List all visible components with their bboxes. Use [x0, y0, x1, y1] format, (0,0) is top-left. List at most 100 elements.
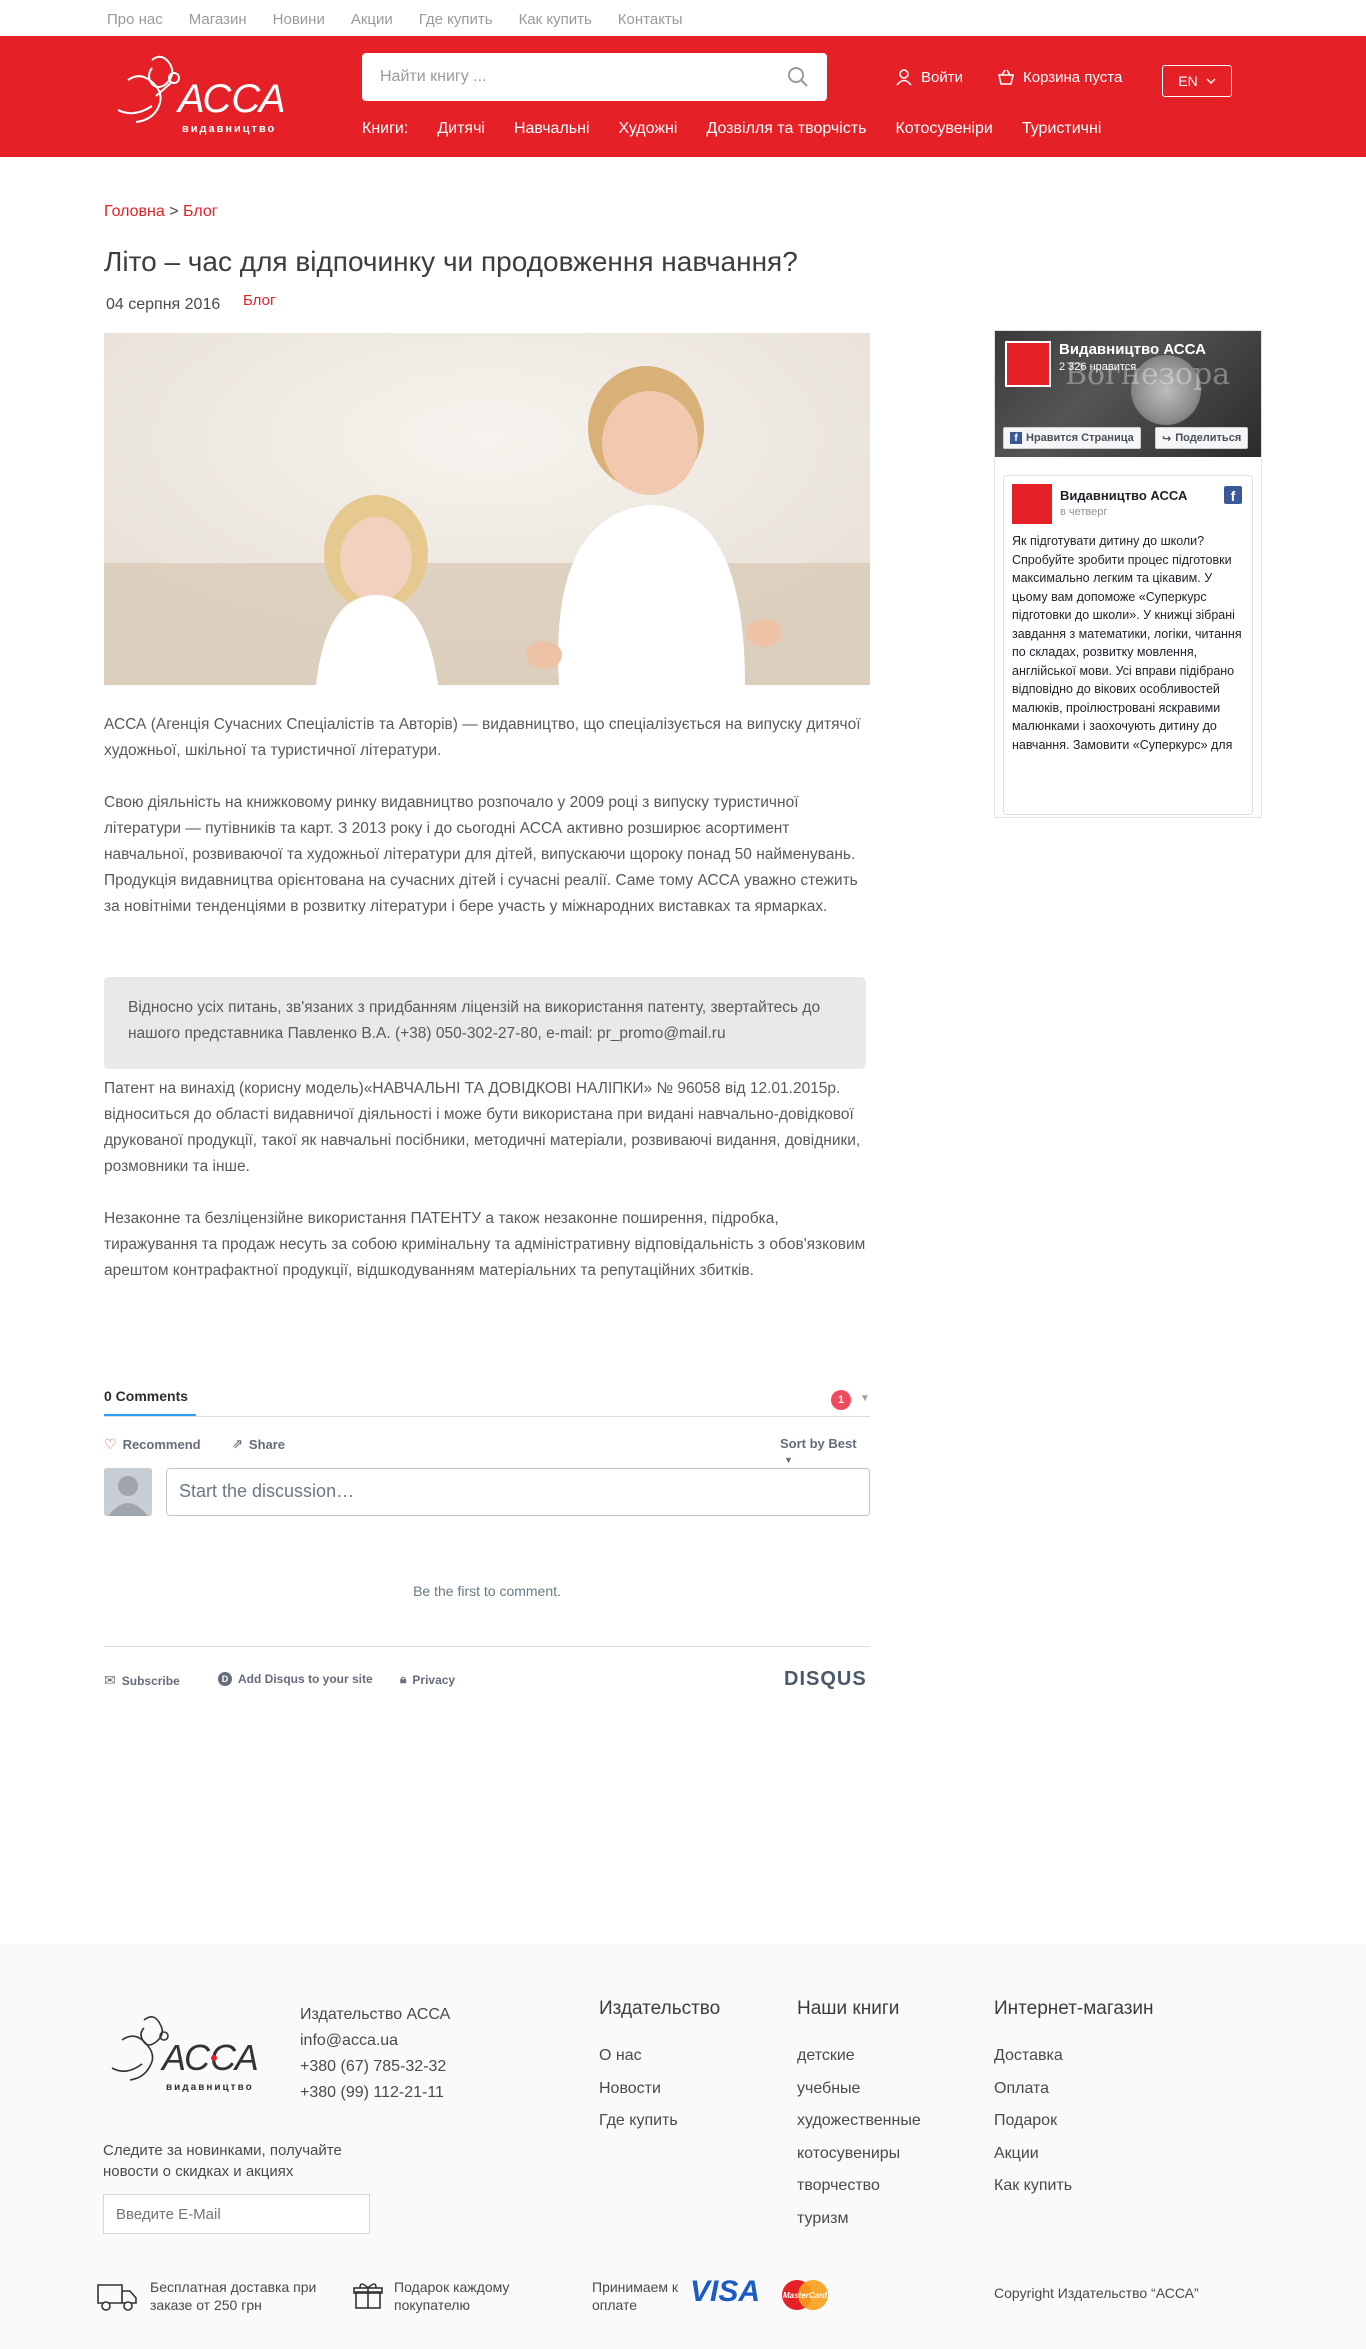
disqus-logo[interactable]: DISQUS	[784, 1668, 867, 1691]
free-delivery-info: Бесплатная доставка при заказе от 250 гр…	[94, 2278, 340, 2314]
footer-email[interactable]: info@acca.ua	[300, 2028, 450, 2054]
footer-link-educational[interactable]: учебные	[797, 2073, 921, 2106]
share-button-label: Поделиться	[1175, 432, 1242, 444]
facebook-icon: f	[1224, 486, 1242, 504]
free-delivery-text: Бесплатная доставка при заказе от 250 гр…	[150, 2279, 317, 2313]
footer-divider	[104, 1646, 870, 1647]
license-notice: Відносно усіх питань, зв'язаних з придба…	[104, 977, 866, 1069]
footer-link-tourism[interactable]: туризм	[797, 2203, 921, 2236]
gift-info: Подарок каждому покупателю	[352, 2278, 534, 2314]
footer-link-fiction[interactable]: художественные	[797, 2105, 921, 2138]
top-nav-about[interactable]: Про нас	[107, 11, 163, 28]
share-icon: ↪	[1162, 432, 1172, 445]
payment-info: Принимаем к оплате	[592, 2278, 682, 2314]
top-nav-news[interactable]: Новини	[273, 11, 325, 28]
article-paragraph-1: АССА (Агенція Сучасних Спеціалістів та А…	[104, 716, 861, 759]
notification-badge[interactable]: 1	[831, 1390, 851, 1410]
category-label: Книги:	[362, 120, 409, 137]
cart-label: Корзина пуста	[1023, 68, 1123, 86]
disqus-icon: D	[218, 1672, 232, 1686]
top-nav-promos[interactable]: Акции	[351, 11, 393, 28]
mastercard-logo: MasterCard	[782, 2280, 828, 2310]
add-disqus-link[interactable]: D Add Disqus to your site	[218, 1672, 373, 1686]
comments-divider	[104, 1416, 870, 1417]
facebook-like-button[interactable]: f Нравится Страница	[1003, 427, 1141, 449]
facebook-share-button[interactable]: ↪ Поделиться	[1155, 427, 1249, 449]
empty-comments-text: Be the first to comment.	[413, 1583, 561, 1599]
user-icon	[896, 69, 912, 86]
envelope-icon: ✉	[104, 1672, 116, 1688]
footer-link-news[interactable]: Новости	[599, 2073, 720, 2106]
post-author[interactable]: Видавництво АССА	[1060, 488, 1187, 503]
login-label: Войти	[921, 68, 963, 86]
facebook-icon: f	[1010, 432, 1022, 444]
cart-link[interactable]: Корзина пуста	[997, 68, 1122, 86]
copyright: Copyright Издательство “АССА”	[994, 2285, 1199, 2301]
category-educational[interactable]: Навчальні	[514, 120, 590, 138]
footer-column-title: Наши книги	[797, 1998, 900, 2019]
login-link[interactable]: Войти	[895, 68, 963, 86]
site-footer: АССА видавництво Издательство АССА info@…	[0, 1944, 1366, 2349]
footer-link-how-to-buy[interactable]: Как купить	[994, 2170, 1154, 2203]
footer-link-about[interactable]: О нас	[599, 2040, 720, 2073]
share-button[interactable]: ⇗ Share	[232, 1436, 285, 1452]
language-value: EN	[1178, 73, 1198, 89]
recommend-button[interactable]: ♡ Recommend	[104, 1436, 201, 1453]
lock-icon: 🔒︎	[400, 1672, 407, 1686]
facebook-post: Видавництво АССА в четверг f Як підготув…	[1003, 475, 1253, 815]
top-nav-contacts[interactable]: Контакты	[618, 11, 683, 28]
newsletter-email-input[interactable]	[103, 2194, 370, 2234]
facebook-cover[interactable]: Вогнезора Видавництво АССА 2 326 нравитс…	[995, 331, 1261, 457]
category-children[interactable]: Дитячі	[437, 120, 485, 138]
footer-phone-1[interactable]: +380 (67) 785-32-32	[300, 2054, 450, 2080]
article-paragraph-4: Незаконне та безліцензійне використання …	[104, 1210, 866, 1279]
acca-footer-logo[interactable]: АССА видавництво	[104, 2010, 264, 2102]
footer-link-delivery[interactable]: Доставка	[994, 2040, 1154, 2073]
page-thumbnail[interactable]	[1005, 341, 1051, 387]
search-input[interactable]	[380, 65, 760, 89]
acca-logo[interactable]: АССА видавництво	[108, 50, 286, 142]
visa-logo: VISA	[690, 2275, 761, 2308]
breadcrumb-home[interactable]: Головна	[104, 203, 165, 220]
post-time[interactable]: в четверг	[1060, 506, 1107, 518]
footer-logo-subtitle: видавництво	[166, 2082, 254, 2093]
facebook-page-name[interactable]: Видавництво АССА	[1059, 341, 1206, 358]
search-icon[interactable]	[787, 66, 809, 88]
footer-link-payment[interactable]: Оплата	[994, 2073, 1154, 2106]
footer-logo-text: АССА	[160, 2037, 259, 2078]
share-label: Share	[248, 1436, 286, 1452]
footer-link-gift[interactable]: Подарок	[994, 2105, 1154, 2138]
footer-phone-2[interactable]: +380 (99) 112-21-11	[300, 2080, 450, 2106]
footer-link-children[interactable]: детские	[797, 2040, 921, 2073]
discussion-input[interactable]: Start the discussion…	[166, 1468, 870, 1516]
privacy-label: Privacy	[412, 1672, 456, 1687]
breadcrumb-blog[interactable]: Блог	[183, 203, 218, 220]
top-nav-how-to-buy[interactable]: Как купить	[519, 11, 592, 28]
gift-icon	[353, 2283, 383, 2309]
comments-count-tab[interactable]: 0 Comments	[104, 1388, 188, 1404]
footer-link-promos[interactable]: Акции	[994, 2138, 1154, 2171]
privacy-link[interactable]: 🔒︎ Privacy	[400, 1672, 455, 1687]
footer-column-publisher: Издательство О нас Новости Где купить	[599, 1998, 720, 2138]
category-cat-souvenirs[interactable]: Котосувеніри	[895, 120, 992, 138]
sort-dropdown[interactable]: Sort by Best ▼	[780, 1436, 870, 1466]
category-leisure[interactable]: Дозвілля та творчість	[706, 120, 866, 138]
top-nav-shop[interactable]: Магазин	[189, 11, 247, 28]
article-category-link[interactable]: Блог	[243, 292, 275, 309]
post-avatar[interactable]	[1012, 484, 1052, 524]
footer-link-where-to-buy[interactable]: Где купить	[599, 2105, 720, 2138]
language-select[interactable]: EN	[1162, 65, 1232, 97]
footer-company: Издательство АССА	[300, 2006, 451, 2023]
add-disqus-label: Add Disqus to your site	[238, 1672, 373, 1686]
subscribe-link[interactable]: ✉ Subscribe	[104, 1672, 180, 1689]
search-box	[362, 53, 827, 101]
guest-avatar	[104, 1468, 152, 1516]
footer-link-cat-souvenirs[interactable]: котосувениры	[797, 2138, 921, 2171]
category-tourist[interactable]: Туристичні	[1022, 120, 1102, 138]
category-fiction[interactable]: Художні	[619, 120, 678, 138]
article-paragraph-2: Свою діяльність на книжковому ринку вида…	[104, 794, 858, 915]
chevron-down-icon[interactable]: ▼	[860, 1393, 870, 1404]
logo-text: АССА	[176, 77, 286, 121]
top-nav-where-to-buy[interactable]: Где купить	[419, 11, 493, 28]
footer-link-creativity[interactable]: творчество	[797, 2170, 921, 2203]
